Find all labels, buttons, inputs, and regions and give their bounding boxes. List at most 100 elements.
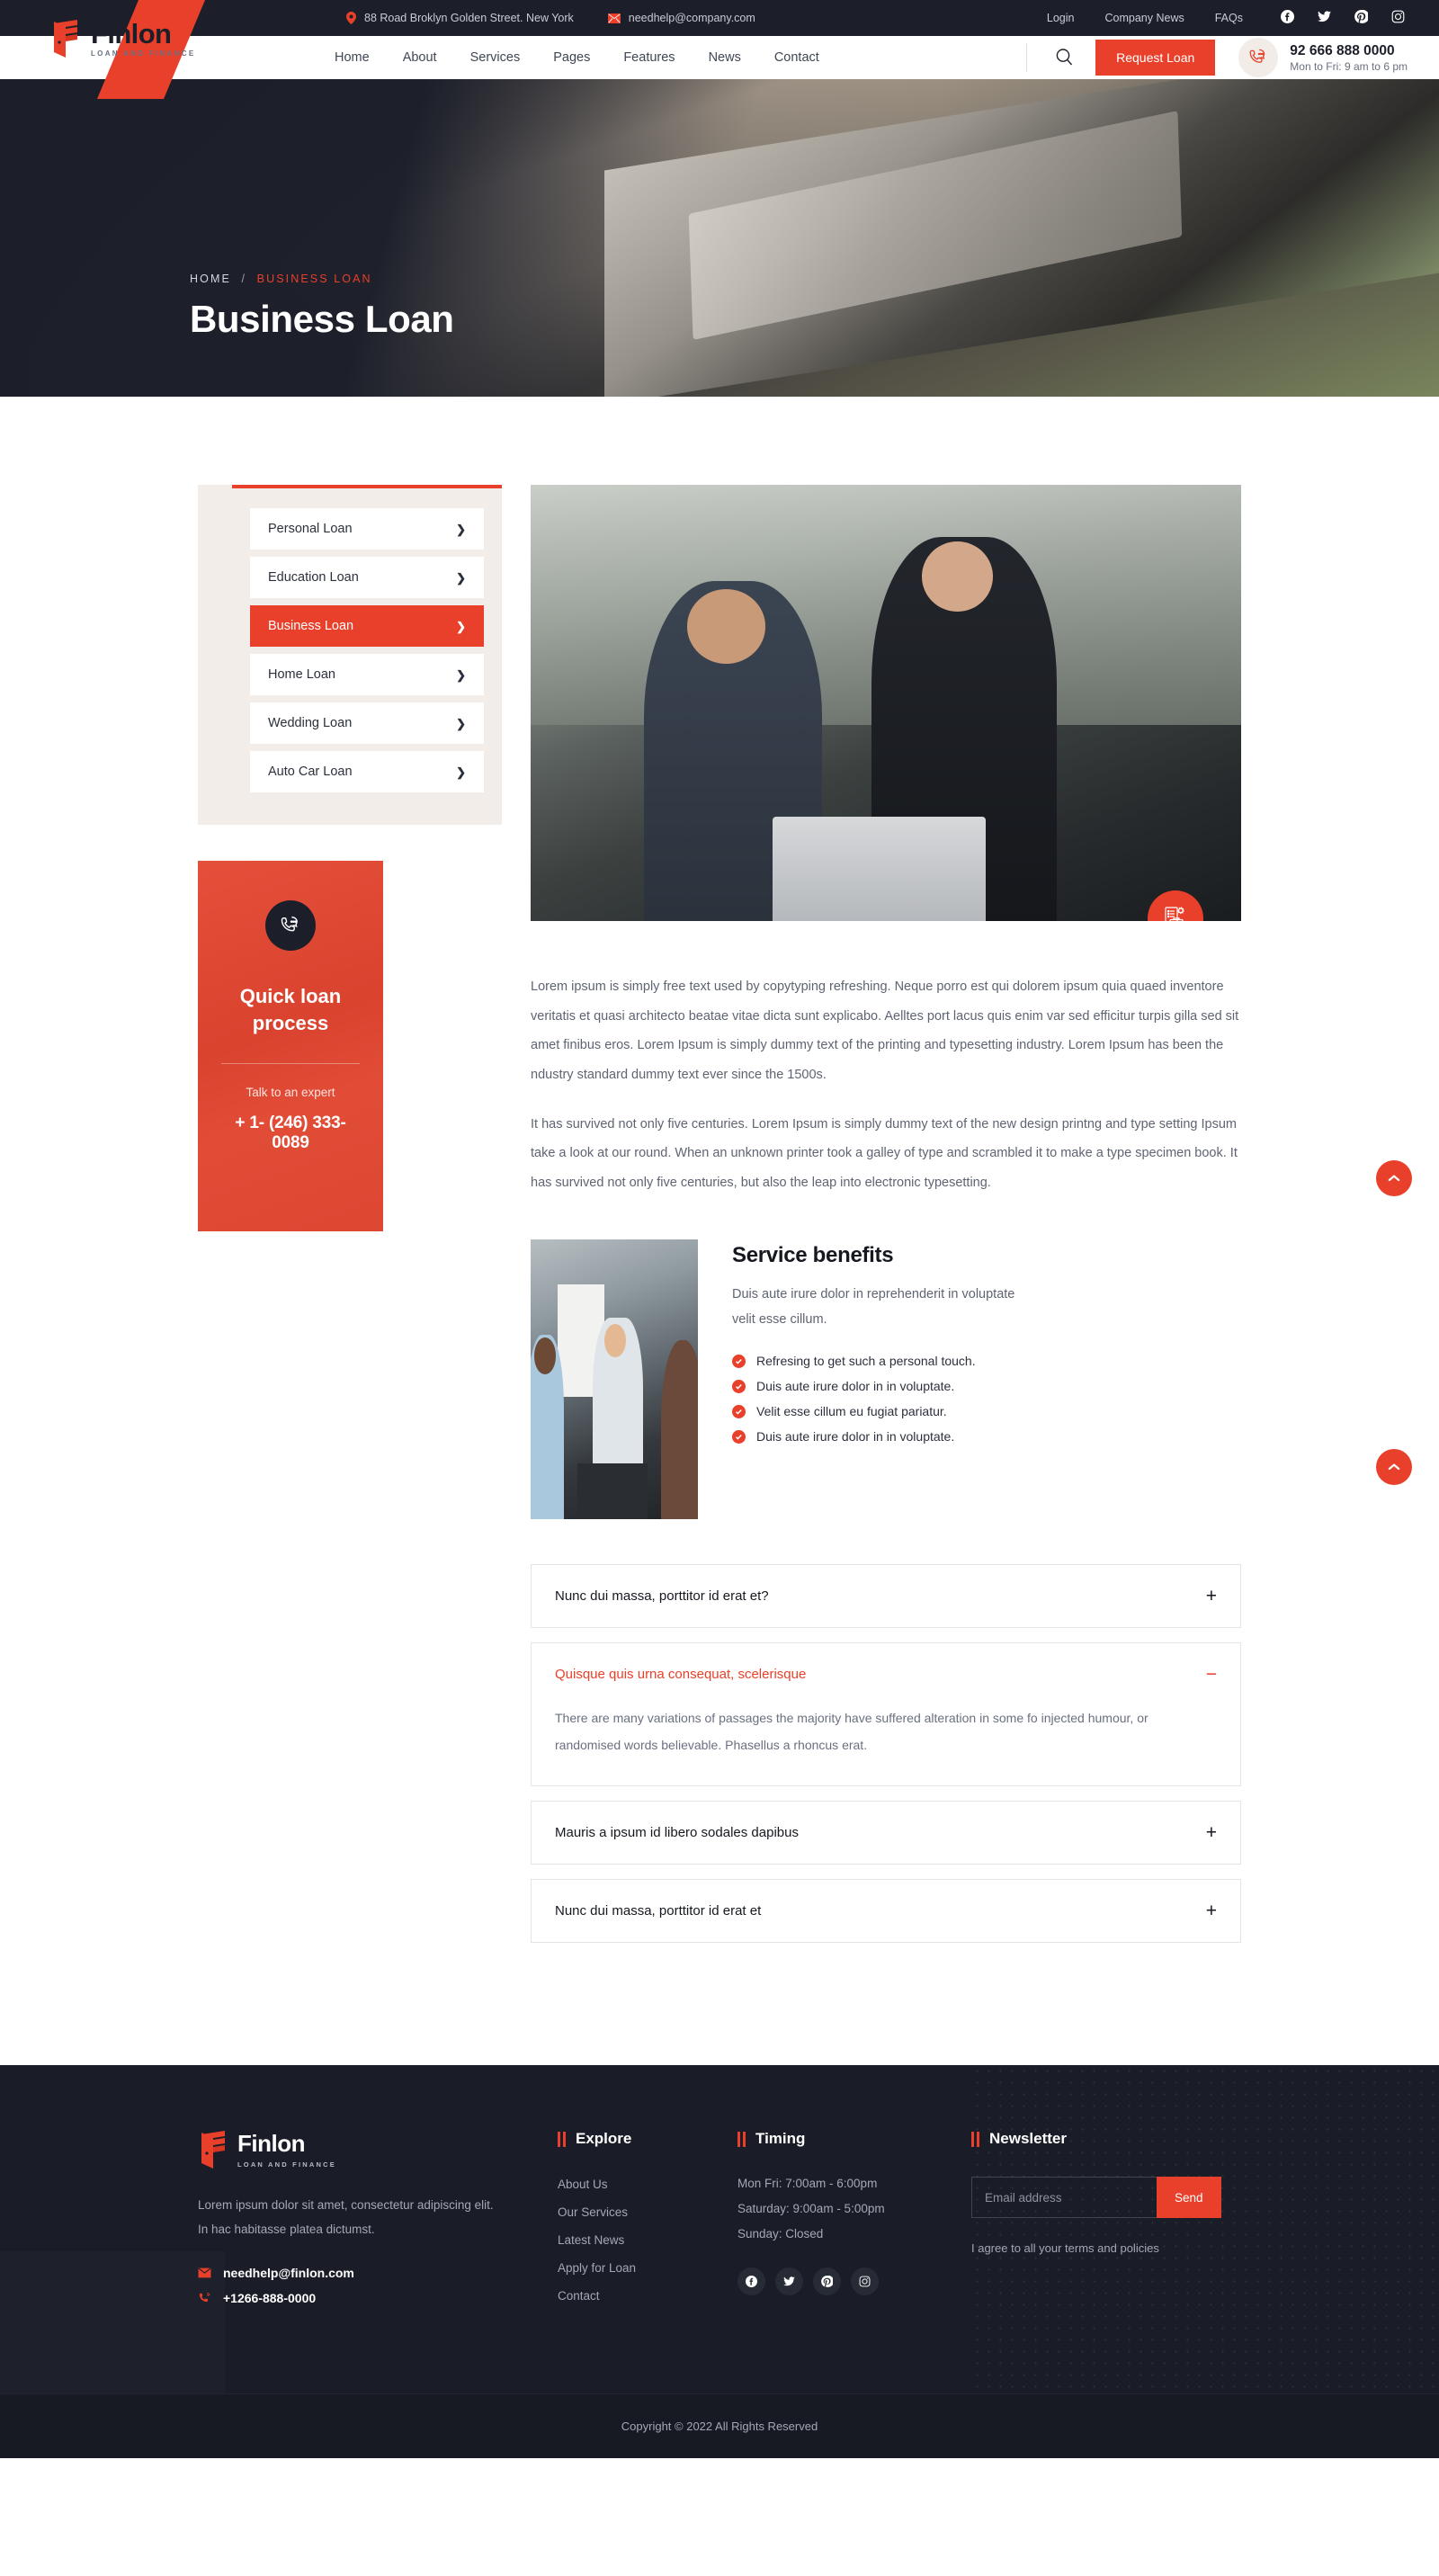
nav-item-home[interactable]: Home [335,50,370,65]
address-item: 88 Road Broklyn Golden Street. New York [346,12,574,24]
location-pin-icon [346,12,356,24]
footer-link-contact[interactable]: Contact [558,2289,600,2303]
footer-contacts: needhelp@finlon.com +1266-888-0000 [198,2266,558,2305]
top-bar-contact-group: 88 Road Broklyn Golden Street. New York … [346,12,755,24]
instagram-icon[interactable] [1391,10,1405,26]
footer-timing-title: Timing [755,2130,806,2148]
article-column: Lorem ipsum is simply free text used by … [531,485,1241,1957]
footer-link-latest-news[interactable]: Latest News [558,2233,624,2247]
faq-answer: There are many variations of passages th… [555,1711,1149,1752]
feature-image [531,485,1241,921]
list-item: Refresing to get such a personal touch. [732,1354,1241,1368]
twitter-icon[interactable] [775,2267,803,2296]
plus-icon[interactable]: + [1206,1901,1217,1920]
instagram-icon[interactable] [851,2267,879,2296]
facebook-icon[interactable] [1281,10,1294,26]
search-button[interactable] [1049,42,1079,73]
faq-item-3: Mauris a ipsum id libero sodales dapibus… [531,1801,1241,1865]
benefit-label: Duis aute irure dolor in in voluptate. [756,1379,955,1394]
pinterest-icon[interactable] [813,2267,841,2296]
service-benefits-title: Service benefits [732,1243,894,1268]
envelope-icon [607,13,621,23]
header-phone-number: 92 666 888 0000 [1290,43,1395,59]
footer-newsletter-heading: Newsletter [971,2130,1241,2148]
faq-header[interactable]: Nunc dui massa, porttitor id erat et + [532,1880,1240,1942]
plus-icon[interactable]: + [1206,1823,1217,1842]
footer-email-row[interactable]: needhelp@finlon.com [198,2266,558,2280]
quick-loan-title: Quick loan process [239,985,342,1034]
nav-item-pages[interactable]: Pages [553,50,590,65]
faq-accordion: Nunc dui massa, porttitor id erat et? + … [531,1564,1241,1944]
nav-item-about[interactable]: About [403,50,437,65]
breadcrumb-home[interactable]: HOME [190,273,231,285]
faq-header[interactable]: Nunc dui massa, porttitor id erat et? + [532,1565,1240,1627]
pinterest-icon[interactable] [1354,9,1370,26]
minus-icon[interactable]: − [1206,1665,1217,1684]
quick-loan-phone[interactable]: + 1- (246) 333-0089 [221,1114,360,1153]
list-item: Duis aute irure dolor in in voluptate. [732,1379,1241,1393]
sidebar-item-education-loan[interactable]: Education Loan ❯ [250,557,484,598]
nav-item-features[interactable]: Features [623,50,675,65]
footer-explore-title: Explore [576,2130,632,2148]
nav-item-services[interactable]: Services [470,50,521,65]
chevron-right-icon: ❯ [456,765,466,779]
sidebar: Personal Loan ❯ Education Loan ❯ Busines… [198,485,502,1231]
footer-timing-saturday: Saturday: 9:00am - 5:00pm [737,2202,885,2216]
scroll-to-top-button[interactable] [1376,1160,1412,1196]
heading-bars-icon [971,2131,979,2147]
faq-question: Nunc dui massa, porttitor id erat et? [555,1588,769,1605]
faq-item-1: Nunc dui massa, porttitor id erat et? + [531,1564,1241,1629]
sidebar-item-wedding-loan[interactable]: Wedding Loan ❯ [250,702,484,744]
service-benefits-section: Service benefits Duis aute irure dolor i… [531,1239,1241,1520]
newsletter-email-input[interactable] [971,2177,1157,2219]
nav-item-contact[interactable]: Contact [774,50,819,65]
main-content: Personal Loan ❯ Education Loan ❯ Busines… [0,397,1439,2066]
footer-newsletter-title: Newsletter [989,2130,1067,2148]
sidebar-item-label: Personal Loan [268,522,353,536]
check-circle-icon [732,1429,746,1444]
sidebar-item-home-loan[interactable]: Home Loan ❯ [250,654,484,695]
scroll-to-top-button[interactable] [1376,1449,1412,1485]
benefits-image-face-1 [533,1337,556,1374]
sidebar-item-auto-car-loan[interactable]: Auto Car Loan ❯ [250,751,484,792]
site-footer: Finlon LOAN AND FINANCE Lorem ipsum dolo… [0,2065,1439,2459]
email-item[interactable]: needhelp@company.com [607,12,755,24]
header-call-block[interactable]: 92 666 888 0000 Mon to Fri: 9 am to 6 pm [1238,38,1408,77]
footer-link-about-us[interactable]: About Us [558,2178,608,2191]
finlon-logo-icon [54,20,77,58]
sidebar-item-label: Auto Car Loan [268,765,353,779]
topbar-link-company-news[interactable]: Company News [1105,12,1184,24]
footer-timing-weekday: Mon Fri: 7:00am - 6:00pm [737,2177,878,2191]
logo-tagline: LOAN AND FINANCE [91,49,196,58]
faq-header[interactable]: Mauris a ipsum id libero sodales dapibus… [532,1802,1240,1864]
footer-link-apply-for-loan[interactable]: Apply for Loan [558,2261,636,2275]
topbar-link-login[interactable]: Login [1047,12,1075,24]
benefits-image-person-3 [661,1340,698,1520]
footer-explore-heading: Explore [558,2130,737,2148]
sidebar-item-personal-loan[interactable]: Personal Loan ❯ [250,508,484,550]
footer-phone-row[interactable]: +1266-888-0000 [198,2291,558,2305]
logo-wordmark: Finlon LOAN AND FINANCE [91,20,196,58]
newsletter-send-button[interactable]: Send [1157,2177,1221,2219]
chevron-up-icon [1388,1172,1400,1185]
twitter-icon[interactable] [1318,11,1331,25]
footer-logo[interactable]: Finlon LOAN AND FINANCE [198,2130,558,2169]
list-item: Apply for Loan [558,2260,737,2276]
top-bar-links-group: Login Company News FAQs [1047,9,1439,26]
site-logo[interactable]: Finlon LOAN AND FINANCE [50,20,196,58]
topbar-link-faqs[interactable]: FAQs [1215,12,1243,24]
sidebar-item-label: Education Loan [268,570,359,585]
header-divider [1026,43,1028,72]
newsletter-terms-note: I agree to all your terms and policies [971,2241,1159,2256]
faq-header[interactable]: Quisque quis urna consequat, scelerisque… [532,1643,1240,1705]
nav-item-news[interactable]: News [709,50,741,65]
list-item: Duis aute irure dolor in in voluptate. [732,1429,1241,1444]
sidebar-item-business-loan[interactable]: Business Loan ❯ [250,605,484,647]
list-item: Contact [558,2288,737,2304]
page-root: 88 Road Broklyn Golden Street. New York … [0,0,1439,2459]
phone-icon [198,2292,211,2305]
plus-icon[interactable]: + [1206,1587,1217,1606]
request-loan-button[interactable]: Request Loan [1095,40,1216,76]
footer-link-our-services[interactable]: Our Services [558,2205,628,2219]
facebook-icon[interactable] [737,2267,765,2296]
